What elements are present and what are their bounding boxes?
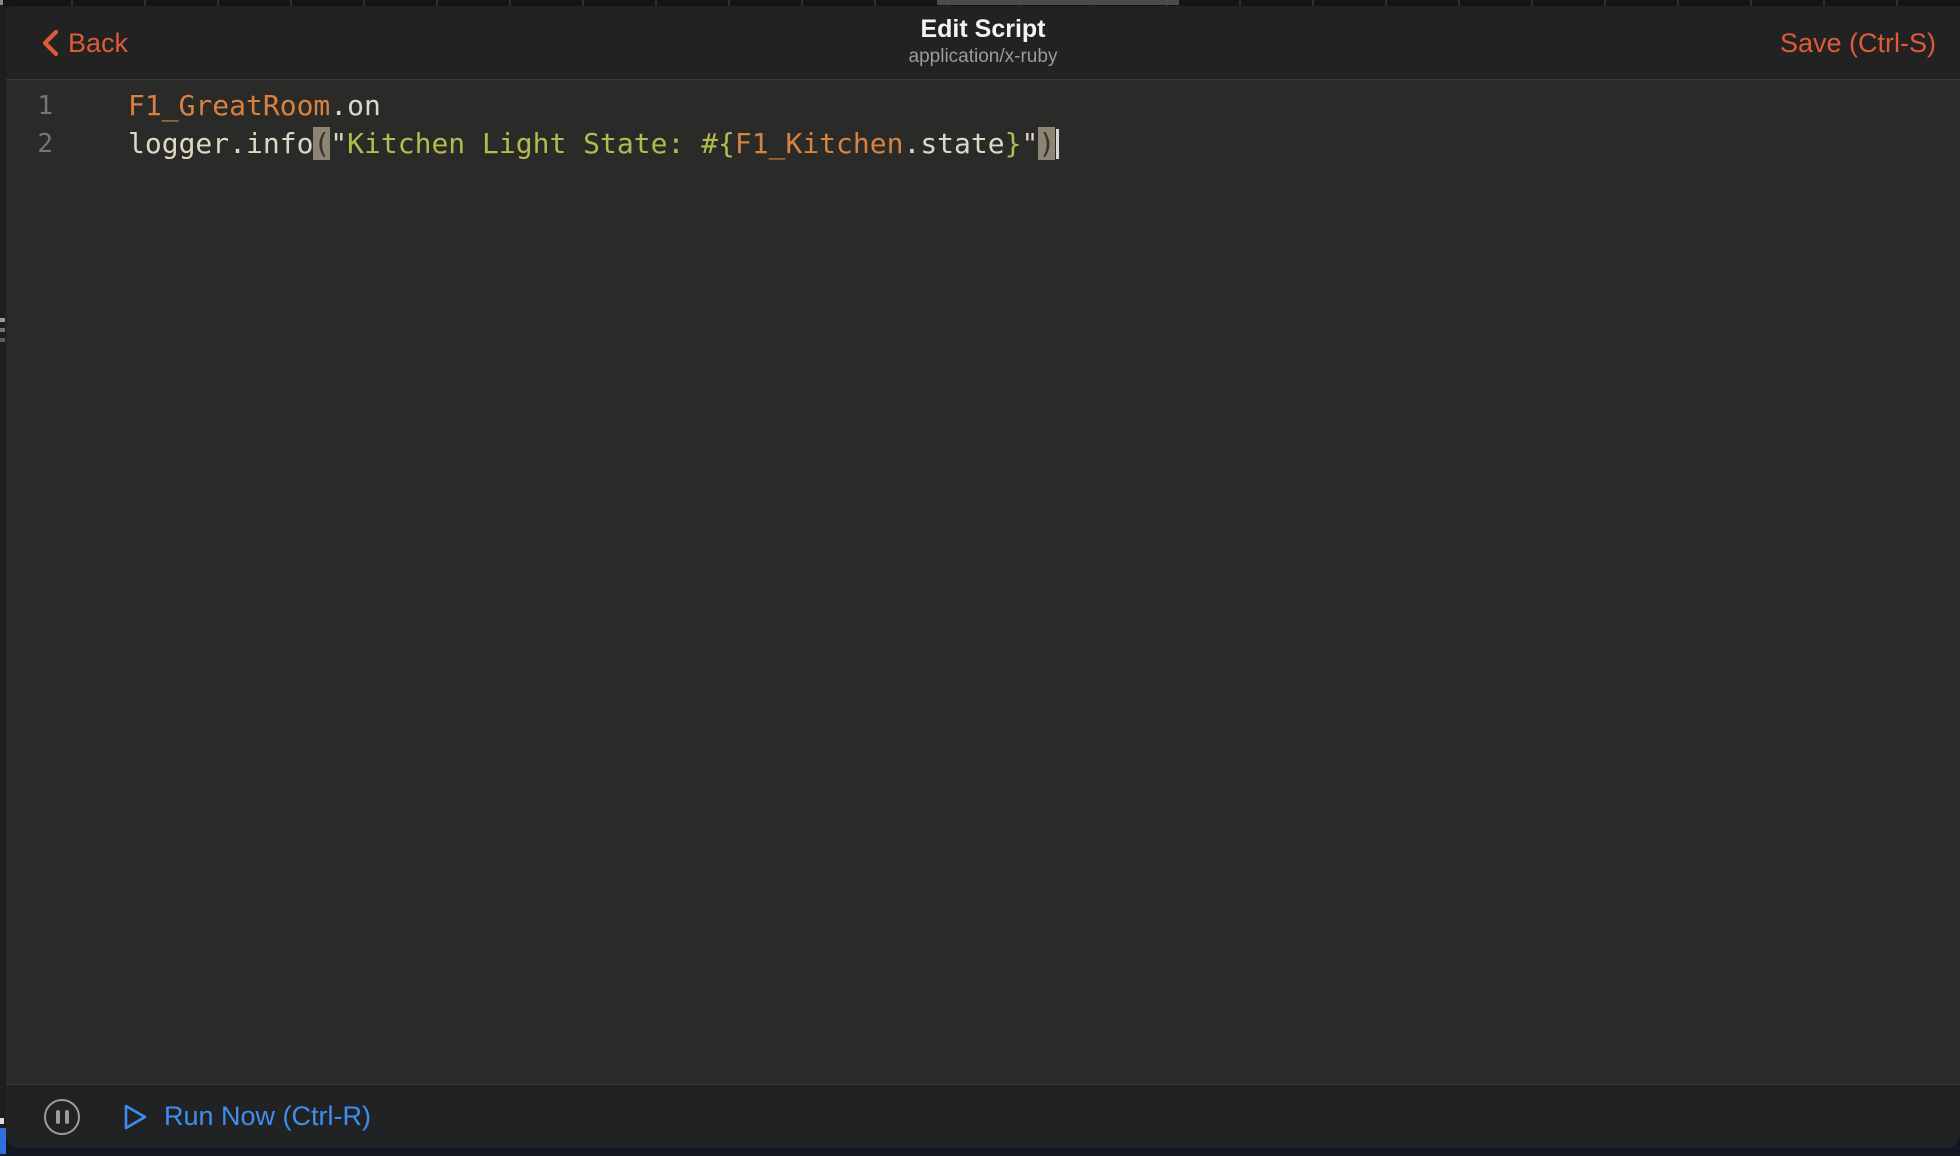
save-button[interactable]: Save (Ctrl-S) <box>1780 6 1936 80</box>
line-number: 2 <box>6 125 53 163</box>
code-token: ) <box>1038 127 1055 160</box>
code-token: } <box>1005 127 1022 160</box>
background-ruler-notch <box>0 0 3 5</box>
code-token: F1_GreatRoom <box>128 89 330 122</box>
modal-header: Back Edit Script application/x-ruby Save… <box>6 6 1960 80</box>
background-ruler-highlight-segment <box>937 0 1179 5</box>
code-token: ( <box>313 127 330 160</box>
line-number: 1 <box>6 87 53 125</box>
run-now-button[interactable]: Run Now (Ctrl-R) <box>122 1101 371 1132</box>
background-text-fragment <box>0 1118 4 1124</box>
code-token: " <box>1021 127 1038 160</box>
code-token: " <box>330 127 347 160</box>
play-icon <box>122 1103 148 1131</box>
code-token: .on <box>330 89 381 122</box>
modal-footer-toolbar: Run Now (Ctrl-R) <box>6 1084 1960 1148</box>
background-text-fragment <box>0 318 5 322</box>
run-now-label: Run Now (Ctrl-R) <box>164 1101 371 1132</box>
line-number-gutter: 12 <box>6 87 76 1084</box>
code-token: F1_Kitchen <box>735 127 904 160</box>
text-cursor <box>1056 129 1059 159</box>
script-mime-type: application/x-ruby <box>6 44 1960 70</box>
page-title: Edit Script <box>6 14 1960 44</box>
back-button-label: Back <box>68 28 128 59</box>
code-content: F1_GreatRoom.onlogger.info("Kitchen Ligh… <box>76 87 1960 1084</box>
back-button[interactable]: Back <box>40 6 128 80</box>
code-line: logger.info("Kitchen Light State: #{F1_K… <box>128 125 1960 163</box>
code-editor[interactable]: 12 F1_GreatRoom.onlogger.info("Kitchen L… <box>6 80 1960 1084</box>
edit-script-modal: Back Edit Script application/x-ruby Save… <box>6 6 1960 1148</box>
code-token: logger.info <box>128 127 313 160</box>
chevron-left-icon <box>40 27 60 59</box>
modal-title-block: Edit Script application/x-ruby <box>6 14 1960 70</box>
code-token: #{ <box>701 127 735 160</box>
pause-circle-icon[interactable] <box>44 1099 80 1135</box>
background-text-fragment <box>0 328 5 332</box>
code-token: .state <box>903 127 1004 160</box>
background-text-fragment <box>0 338 5 342</box>
code-token: Kitchen Light State: <box>347 127 701 160</box>
code-line: F1_GreatRoom.on <box>128 87 1960 125</box>
